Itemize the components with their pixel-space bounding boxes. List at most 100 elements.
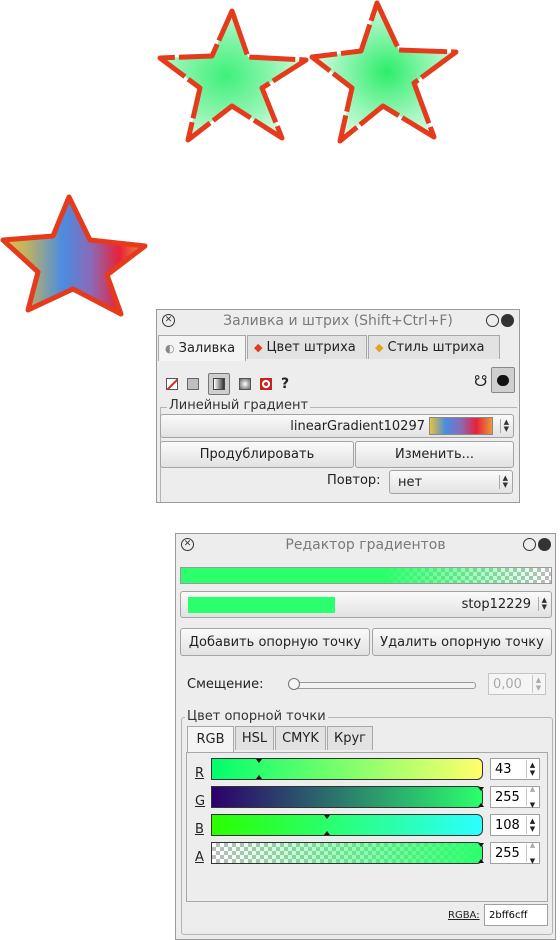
no-paint-icon[interactable] [166, 378, 178, 390]
offset-value: 0,00 [493, 676, 522, 692]
remove-stop-button[interactable]: Удалить опорную точку [372, 628, 552, 656]
tab-stroke-paint[interactable]: ◆ Цвет штриха [247, 335, 367, 359]
tab-stroke-paint-label: Цвет штриха [266, 339, 356, 355]
channel-r-marker-bottom [256, 775, 262, 779]
channel-a-spin-arrows[interactable]: ▲ ▼ [526, 841, 538, 865]
color-mode-tabs: RGB HSL CMYK Круг [187, 726, 374, 752]
fill-rule-nonzero-button[interactable] [491, 367, 515, 393]
tab-hsl-label: HSL [241, 730, 268, 746]
stop-select[interactable]: stop12229 ▲ ▼ [180, 591, 552, 618]
tab-cmyk[interactable]: CMYK [275, 726, 326, 750]
repeat-label: Повтор: [327, 473, 381, 488]
channel-r-slider[interactable] [211, 758, 483, 780]
channel-b-spinbox[interactable]: 108 ▲ ▼ [490, 814, 540, 836]
fill-stroke-dialog: ✕ Заливка и штрих (Shift+Ctrl+F) ◐ Залив… [156, 309, 520, 503]
maximize-icon[interactable] [523, 538, 536, 551]
add-stop-button[interactable]: Добавить опорную точку [180, 628, 370, 656]
channel-b-marker-top [324, 815, 330, 819]
fill-stroke-titlebar: ✕ Заливка и штрих (Shift+Ctrl+F) [157, 310, 519, 332]
offset-spin-arrows[interactable]: ▲ ▼ [532, 675, 544, 693]
channel-r-spinbox[interactable]: 43 ▲ ▼ [490, 758, 540, 780]
gradient-select[interactable]: linearGradient10297 ▲ ▼ [160, 414, 514, 438]
channel-a-slider[interactable] [211, 842, 484, 864]
canvas-artwork [0, 0, 459, 317]
channel-b-spin-arrows[interactable]: ▲ ▼ [526, 816, 538, 834]
linear-gradient-icon [213, 378, 225, 390]
channel-r-label: R [195, 766, 205, 781]
pattern-icon[interactable] [260, 378, 272, 390]
channel-g-slider[interactable] [211, 786, 484, 808]
paint-mode-row: ? [166, 373, 289, 395]
collapse-icon[interactable] [538, 538, 551, 551]
tab-rgb[interactable]: RGB [187, 726, 234, 752]
stop-select-arrows: ▲ ▼ [537, 597, 547, 611]
rgba-input[interactable]: 2bff6cff [484, 904, 548, 926]
repeat-value: нет [398, 474, 423, 490]
rgba-label: RGBA: [448, 910, 480, 921]
maximize-icon[interactable] [486, 314, 499, 327]
channel-g-spin-arrows[interactable]: ▲ ▼ [526, 785, 538, 809]
stop-color-swatch [188, 597, 335, 613]
channel-b-label: B [195, 822, 204, 837]
offset-label: Смещение: [187, 677, 264, 692]
fill-stroke-title: Заливка и штрих (Shift+Ctrl+F) [223, 313, 453, 329]
gradient-select-arrows: ▲ ▼ [499, 419, 509, 433]
channel-r-marker-top [256, 759, 262, 763]
duplicate-label: Продублировать [199, 447, 315, 462]
gradient-preview-bar [180, 567, 552, 584]
fill-rule-nonzero-icon [497, 374, 509, 386]
flat-color-icon[interactable] [187, 378, 199, 390]
stroke-style-tab-icon: ◆ [375, 340, 384, 354]
channel-a-marker-bottom [478, 859, 484, 863]
gradient-editor-titlebar: ✕ Редактор градиентов [176, 534, 555, 556]
channel-b-value: 108 [495, 817, 520, 833]
offset-slider-track[interactable] [288, 678, 476, 690]
linear-gradient-button[interactable] [208, 373, 230, 395]
stroke-paint-tab-icon: ◆ [254, 340, 263, 354]
tab-rgb-label: RGB [196, 731, 225, 747]
offset-slider-thumb[interactable] [288, 678, 300, 690]
remove-stop-label: Удалить опорную точку [380, 634, 544, 650]
star-3[interactable] [0, 194, 148, 317]
tab-stroke-style[interactable]: ◆ Стиль штриха [368, 335, 500, 359]
offset-spinbox[interactable]: 0,00 ▲ ▼ [488, 673, 546, 695]
fill-stroke-tabs: ◐ Заливка ◆ Цвет штриха ◆ Стиль штриха [158, 335, 501, 361]
tab-wheel-label: Круг [334, 730, 367, 746]
stop-name: stop12229 [461, 597, 531, 612]
stop-color-frame-label: Цвет опорной точки [185, 709, 328, 724]
tab-stroke-style-label: Стиль штриха [387, 339, 485, 355]
channel-g-marker-bottom [478, 803, 484, 807]
gradient-preview-swatch [429, 417, 493, 435]
gradient-editor-title: Редактор градиентов [285, 537, 446, 553]
close-icon[interactable]: ✕ [181, 538, 194, 551]
channel-a-value: 255 [495, 845, 520, 861]
unset-paint-icon[interactable]: ? [281, 376, 289, 392]
tab-fill-label: Заливка [178, 340, 236, 356]
channel-g-label: G [195, 794, 206, 809]
repeat-select[interactable]: нет ▲ ▼ [389, 470, 513, 494]
channel-g-spinbox[interactable]: 255 ▲ ▼ [490, 785, 540, 809]
channel-a-label: A [195, 850, 204, 865]
edit-label: Изменить... [394, 447, 475, 462]
channel-r-value: 43 [495, 761, 512, 777]
channel-a-spinbox[interactable]: 255 ▲ ▼ [490, 841, 540, 865]
star-2[interactable] [309, 0, 459, 144]
channel-r-spin-arrows[interactable]: ▲ ▼ [526, 760, 538, 778]
tab-cmyk-label: CMYK [282, 730, 319, 746]
tab-wheel[interactable]: Круг [327, 726, 373, 750]
channel-b-marker-bottom [324, 831, 330, 835]
gradient-name: linearGradient10297 [290, 418, 425, 434]
channel-b-slider[interactable] [211, 814, 483, 836]
duplicate-button[interactable]: Продублировать [160, 441, 354, 468]
tab-fill[interactable]: ◐ Заливка [158, 335, 246, 361]
channel-a-marker-top [478, 843, 484, 847]
collapse-icon[interactable] [501, 314, 514, 327]
linear-gradient-frame-label: Линейный градиент [167, 398, 311, 413]
fill-rule-evenodd-icon[interactable]: ☋ [474, 372, 487, 390]
edit-button[interactable]: Изменить... [355, 441, 514, 468]
add-stop-label: Добавить опорную точку [188, 634, 362, 650]
radial-gradient-icon[interactable] [239, 378, 251, 390]
close-icon[interactable]: ✕ [162, 314, 175, 327]
star-1[interactable] [157, 8, 309, 143]
tab-hsl[interactable]: HSL [235, 726, 274, 750]
